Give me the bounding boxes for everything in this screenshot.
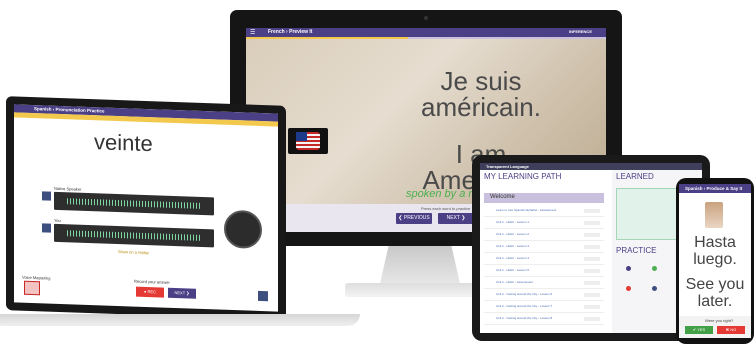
laptop-next-button[interactable]: NEXT ❯: [168, 287, 196, 299]
answer-question: Were you right?: [705, 318, 734, 323]
laptop-base: [0, 314, 360, 326]
lesson-row-label: Unit 1 - Hello! - Lesson 4: [496, 256, 530, 260]
lesson-start-button[interactable]: [584, 317, 600, 321]
laptop-screen: Spanish › Pronunciation Practice veinte …: [14, 104, 278, 312]
score-gauge: [224, 209, 262, 250]
phone: Spanish › Produce & Say It Hasta luego. …: [676, 178, 754, 344]
lesson-row[interactable]: Unit 1 - Hello! - Lesson 1: [484, 219, 604, 229]
lesson-start-button[interactable]: [584, 257, 600, 261]
play-native-icon[interactable]: [42, 191, 51, 201]
phone-nav-bar: Spanish › Produce & Say It: [679, 184, 751, 193]
menu-icon[interactable]: ☰: [250, 29, 255, 36]
breadcrumb[interactable]: French › Preview It: [268, 29, 312, 35]
practice-icon[interactable]: [652, 286, 657, 291]
laptop-breadcrumb[interactable]: Spanish › Pronunciation Practice: [34, 106, 105, 113]
microphone-icon[interactable]: [24, 280, 40, 296]
help-icon[interactable]: [258, 290, 268, 302]
lesson-start-button[interactable]: [584, 233, 600, 237]
top-nav-bar: ☰ French › Preview It INFERENCE: [246, 28, 606, 37]
lesson-row[interactable]: Unit 2 - Getting around the City - Lesso…: [484, 315, 604, 325]
lesson-start-button[interactable]: [584, 305, 600, 309]
target-phrase-line-1: Je suis: [440, 66, 522, 96]
record-button[interactable]: ● REC: [136, 286, 164, 298]
learning-path-title: MY LEARNING PATH: [484, 172, 562, 181]
lesson-row-label: Unit 2 - Getting around the City - Lesso…: [496, 316, 553, 320]
lesson-row-label: Unit 1 - Hello! - Lesson 1: [496, 220, 530, 224]
practice-hint: Press each word to practice: [421, 206, 471, 211]
answer-bar: Were you right? ✔ YES ✖ NO: [679, 316, 751, 338]
lesson-start-button[interactable]: [584, 221, 600, 225]
no-button[interactable]: ✖ NO: [717, 326, 745, 334]
practice-word: veinte: [94, 129, 153, 157]
practice-icon[interactable]: [626, 286, 631, 291]
lesson-start-button[interactable]: [584, 269, 600, 273]
you-label: You: [54, 217, 61, 224]
lesson-row[interactable]: Unit 1 - Hello! - Lesson 2: [484, 231, 604, 241]
progress-fill: [246, 37, 408, 39]
record-label: Record your answer: [134, 278, 170, 285]
brand-logo[interactable]: Transparent Language: [486, 164, 529, 169]
translation-line-1: See you: [685, 276, 745, 293]
lesson-row[interactable]: Unit 2 - Getting around the City - Lesso…: [484, 291, 604, 301]
lesson-row-label: Unit 1 - Hello! - Assessment: [496, 280, 534, 284]
lesson-row-label: Unit 1 - Hello! - Lesson 3: [496, 244, 530, 248]
phrase-line-1: Hasta: [694, 234, 736, 251]
voice-mastering-label: Voice Mastering: [22, 274, 51, 281]
learned-title: LEARNED: [616, 172, 654, 181]
laptop: Spanish › Pronunciation Practice veinte …: [6, 96, 286, 320]
previous-button[interactable]: ❮ PREVIOUS: [396, 213, 432, 224]
next-button[interactable]: NEXT ❯: [438, 213, 474, 224]
lesson-row[interactable]: Unit 1 - Hello! - Lesson 4: [484, 255, 604, 265]
lesson-row-label: Unit 1 - Hello! - Lesson 5: [496, 268, 530, 272]
your-waveform[interactable]: [54, 223, 214, 248]
native-speaker-label: Native Speaker: [54, 185, 82, 192]
practice-icon[interactable]: [626, 266, 631, 271]
lesson-row[interactable]: Unit 1 - Hello! - Lesson 3: [484, 243, 604, 253]
play-recording-icon[interactable]: [42, 223, 51, 233]
phrase-line-2: luego.: [693, 251, 737, 268]
phone-breadcrumb[interactable]: Spanish › Produce & Say It: [685, 186, 742, 191]
tablet-nav-bar: Transparent Language: [480, 163, 702, 170]
tablet-screen: Transparent Language MY LEARNING PATH We…: [480, 163, 702, 333]
lesson-start-button[interactable]: [584, 245, 600, 249]
speaker-photo: [705, 202, 723, 228]
lesson-row-label: Unit 1 - Hello! - Lesson 2: [496, 232, 530, 236]
welcome-label: Welcome: [490, 194, 515, 200]
lesson-row[interactable]: Unit 2 - Getting around the City - Lesso…: [484, 303, 604, 313]
lesson-row-label: Unit 2 - Getting around the City - Lesso…: [496, 292, 553, 296]
lesson-start-button[interactable]: [584, 281, 600, 285]
yes-button[interactable]: ✔ YES: [685, 326, 713, 334]
lesson-start-button[interactable]: [584, 293, 600, 297]
camera-dot: [424, 16, 428, 20]
target-phrase-line-2: américain.: [421, 92, 541, 122]
lesson-row-label: Unit 2 - Getting around the City - Lesso…: [496, 304, 553, 308]
flag-icon: [288, 128, 328, 154]
lesson-row-label: Learn to Use Spanish Alphabet - Assessme…: [496, 208, 557, 212]
welcome-row[interactable]: Welcome: [484, 193, 604, 203]
lesson-start-button[interactable]: [584, 209, 600, 213]
translation-line-2: later.: [697, 293, 733, 310]
monitor-stand: [379, 246, 461, 286]
practice-icon[interactable]: [652, 266, 657, 271]
lesson-row[interactable]: Unit 1 - Hello! - Assessment: [484, 279, 604, 289]
lesson-row[interactable]: Unit 1 - Hello! - Lesson 5: [484, 267, 604, 277]
replay-tip[interactable]: Show on a replay: [118, 249, 149, 255]
lesson-row[interactable]: Learn to Use Spanish Alphabet - Assessme…: [484, 207, 604, 217]
practice-title: PRACTICE: [616, 246, 657, 255]
native-waveform[interactable]: [54, 191, 214, 216]
tablet: Transparent Language MY LEARNING PATH We…: [472, 155, 710, 341]
phone-screen: Spanish › Produce & Say It Hasta luego. …: [679, 184, 751, 338]
header-right-label: INFERENCE: [568, 29, 592, 34]
